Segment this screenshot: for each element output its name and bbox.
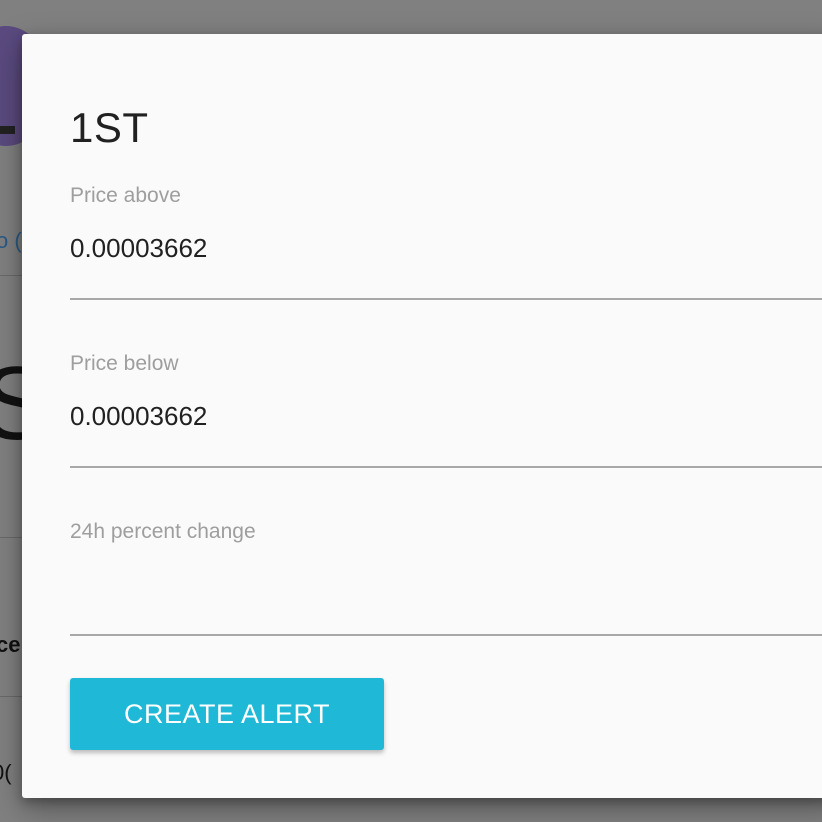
dialog-title: 1ST <box>70 104 149 151</box>
percent-change-field: 24h percent change <box>70 520 822 638</box>
price-below-label: Price below <box>70 352 179 375</box>
price-below-underline <box>70 466 822 468</box>
price-above-input[interactable] <box>70 228 822 268</box>
price-below-input[interactable] <box>70 396 822 436</box>
percent-change-label: 24h percent change <box>70 520 256 543</box>
background-label: ce <box>0 632 21 657</box>
background-link: o ( <box>0 228 22 253</box>
create-alert-dialog: 1ST Price above Price below 24h percent … <box>22 34 822 798</box>
price-above-label: Price above <box>70 184 181 207</box>
percent-change-underline <box>70 634 822 636</box>
create-alert-button[interactable]: CREATE ALERT <box>70 678 384 750</box>
percent-change-input[interactable] <box>70 564 822 604</box>
price-above-field: Price above <box>70 184 822 302</box>
background-value: 0( <box>0 760 12 785</box>
price-below-field: Price below <box>70 352 822 470</box>
price-above-underline <box>70 298 822 300</box>
